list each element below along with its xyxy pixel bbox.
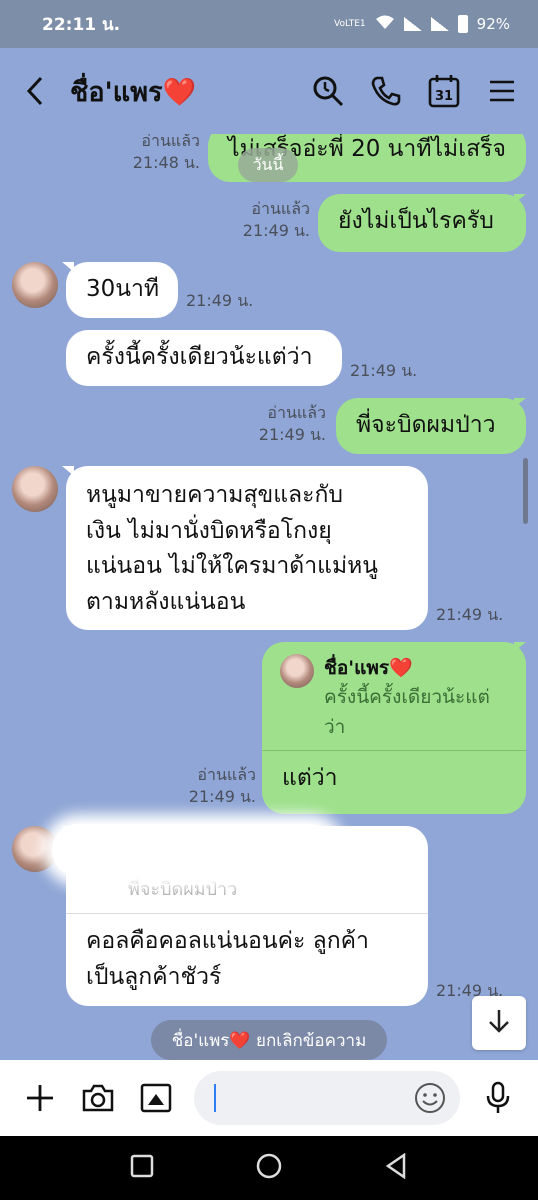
volte-icon: VoLTE1 [334,18,366,29]
chat-area[interactable]: อ่านแล้ว 21:48 น. ไม่เสร็จอ่ะพี่ 20 นาที… [0,134,538,1060]
message-text: 30นาที [86,276,160,302]
heart-icon: ❤️ [162,76,197,108]
menu-icon[interactable] [484,73,520,109]
message-text-line: ตามหลังแน่นอน [86,588,246,615]
read-receipt: อ่านแล้ว [141,134,200,150]
wifi-icon [375,14,395,34]
read-receipt: อ่านแล้ว [267,403,326,422]
message-text: พี่จะบิดผมป่าว [356,412,496,438]
message-input-bar [0,1060,538,1136]
mic-icon[interactable] [478,1078,518,1118]
message-field[interactable] [194,1071,460,1125]
date-chip: วันนี้ [238,148,298,182]
scroll-down-button[interactable] [472,996,526,1050]
unsent-notice: ชื่อ'แพร❤️ ยกเลิกข้อความ [151,1020,387,1060]
quote-text: พี่จะบิดผมป่าว [128,879,238,900]
quote-avatar [280,654,314,688]
contact-name[interactable]: ชื่อ'แพร❤️ [70,70,196,113]
message-input[interactable] [220,1071,400,1125]
square-icon[interactable] [130,1154,154,1182]
battery-icon [457,15,468,33]
quote-sender: ชื่อ'แพร❤️ [324,657,413,679]
message-time: 21:49 น. [188,786,256,806]
status-bar: 22:11 น. VoLTE1 92% [0,0,538,48]
scrollbar-thumb[interactable] [523,458,528,524]
signal-icon-2 [430,17,449,31]
read-receipt: อ่านแล้ว [197,765,256,784]
text-cursor [214,1084,216,1112]
read-receipt: อ่านแล้ว [251,199,310,218]
plus-icon[interactable] [20,1078,60,1118]
triangle-icon[interactable] [384,1152,408,1183]
status-icons: VoLTE1 92% [334,14,510,34]
calendar-icon[interactable]: 31 [426,73,462,109]
message-text-line: เงิน ไม่มานั่งบิดหรือโกงยุ [86,517,332,544]
message-text: แต่ว่า [282,765,338,792]
message-meta: อ่านแล้ว 21:49 น. [176,764,256,807]
message-text-line: หนูมาขายความสุขและกับ [86,482,344,508]
back-icon[interactable] [26,71,54,111]
status-time: 22:11 น. [42,14,121,35]
image-icon[interactable] [136,1078,176,1118]
message-meta: อ่านแล้ว 21:49 น. [246,402,326,445]
message-bubble-incoming[interactable]: 30นาที [66,262,178,318]
message-meta: อ่านแล้ว 21:49 น. [230,198,310,241]
battery-level: 92% [476,15,510,33]
signal-icon [403,17,422,31]
camera-icon[interactable] [78,1078,118,1118]
reply-quote[interactable]: ชื่อ'แพร❤️ ครั้งนี้ครั้งเดียวน้ะแต่ว่า [262,642,526,752]
message-text-line: แน่นอน ไม่ให้ใครมาด้าแม่หนู [86,553,379,580]
message-time: 21:49 น. [350,361,418,380]
avatar[interactable] [12,262,58,308]
message-meta: อ่านแล้ว 21:48 น. [120,134,200,173]
message-text-line: คอลคือคอลแน่นอนค่ะ ลูกค้า [86,928,369,954]
message-text: ครั้งนี้ครั้งเดียวน้ะแต่ว่า [86,344,313,370]
message-bubble-outgoing-reply[interactable]: ชื่อ'แพร❤️ ครั้งนี้ครั้งเดียวน้ะแต่ว่า แ… [262,642,526,814]
message-bubble-incoming[interactable]: หนูมาขายความสุขและกับ เงิน ไม่มานั่งบิดห… [66,466,428,630]
redaction-mark [52,824,336,876]
message-bubble-incoming[interactable]: ครั้งนี้ครั้งเดียวน้ะแต่ว่า [66,330,342,386]
message-time: 21:48 น. [132,152,200,172]
chat-header: ชื่อ'แพร❤️ 31 [0,48,538,134]
message-bubble-outgoing[interactable]: ยังไม่เป็นไรครับ [318,194,526,252]
system-nav-bar [0,1136,538,1200]
avatar[interactable] [12,466,58,512]
message-text: ยังไม่เป็นไรครับ [338,208,494,234]
message-bubble-outgoing[interactable]: พี่จะบิดผมป่าว [336,398,526,454]
search-icon[interactable] [310,73,346,109]
emoji-icon[interactable] [414,1082,446,1114]
header-actions: 31 [310,73,520,109]
message-time: 21:49 น. [436,605,504,624]
message-time: 21:49 น. [186,291,254,310]
message-time: 21:49 น. [258,424,326,444]
quote-text: ครั้งนี้ครั้งเดียวน้ะแต่ว่า [324,686,490,738]
message-time: 21:49 น. [242,220,310,240]
phone-icon[interactable] [368,73,404,109]
arrow-down-icon [488,1008,510,1038]
circle-icon[interactable] [255,1152,283,1184]
calendar-day: 31 [435,89,453,104]
message-text-line: เป็นลูกค้าชัวร์ [86,963,222,990]
